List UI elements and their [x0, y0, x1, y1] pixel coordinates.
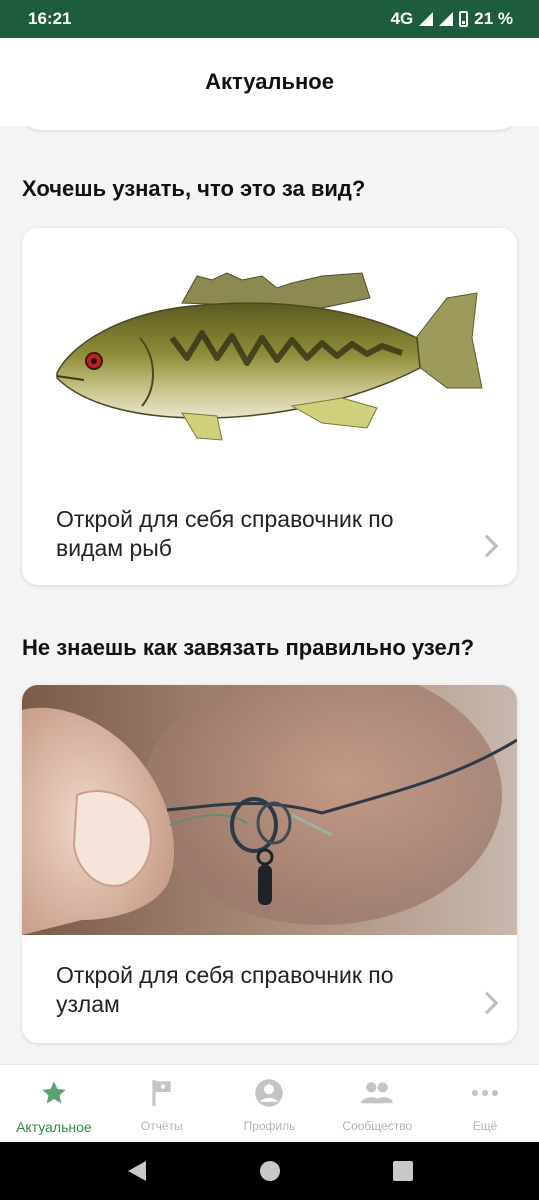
nav-item-community[interactable]: Сообщество — [323, 1065, 431, 1142]
bottom-navigation: Актуальное Отчёты Профиль Сообщество Ещё — [0, 1064, 539, 1142]
nav-label-more: Ещё — [472, 1119, 498, 1133]
recents-icon[interactable] — [392, 1160, 414, 1182]
chevron-right-icon — [475, 534, 499, 558]
section-title-knots: Не знаешь как завязать правильно узел? — [22, 635, 475, 660]
feed[interactable]: Хочешь узнать, что это за вид? Открой дл… — [0, 126, 539, 1064]
star-icon — [40, 1077, 68, 1109]
battery-icon — [459, 11, 469, 27]
nav-label-actual: Актуальное — [16, 1119, 92, 1135]
knots-guide-card[interactable]: Открой для себя справочник по узлам — [22, 685, 517, 1043]
species-guide-text: Открой для себя справочник по видам рыб — [56, 506, 394, 561]
knot-photo — [22, 685, 517, 935]
species-guide-card[interactable]: Открой для себя справочник по видам рыб — [22, 228, 517, 585]
status-time: 16:21 — [28, 9, 72, 28]
nav-label-community: Сообщество — [342, 1119, 413, 1133]
signal-icon-2 — [439, 12, 454, 26]
profile-icon — [254, 1077, 284, 1109]
back-icon[interactable] — [126, 1159, 148, 1183]
nav-item-reports[interactable]: Отчёты — [108, 1065, 216, 1142]
signal-icon — [419, 12, 434, 26]
status-bar: 16:21 4G 21 % — [0, 0, 539, 38]
page-title: Актуальное — [205, 69, 334, 94]
nav-item-more[interactable]: Ещё — [431, 1065, 539, 1142]
home-icon[interactable] — [259, 1160, 281, 1182]
chevron-right-icon — [475, 991, 499, 1015]
people-icon — [360, 1077, 394, 1109]
nav-item-actual[interactable]: Актуальное — [0, 1065, 108, 1142]
battery-level: 21 % — [474, 9, 513, 28]
knots-guide-text: Открой для себя справочник по узлам — [56, 962, 394, 1017]
fish-illustration — [56, 272, 483, 441]
nav-label-reports: Отчёты — [140, 1119, 183, 1133]
previous-card[interactable] — [22, 126, 517, 130]
more-icon — [471, 1077, 499, 1109]
nav-label-profile: Профиль — [243, 1119, 296, 1133]
app-bar: Актуальное — [0, 38, 539, 126]
flag-icon — [149, 1077, 175, 1109]
nav-item-profile[interactable]: Профиль — [216, 1065, 324, 1142]
network-label: 4G — [390, 9, 414, 28]
system-navigation-bar — [0, 1142, 539, 1200]
section-title-species: Хочешь узнать, что это за вид? — [22, 176, 366, 201]
status-icons: 4G 21 % — [391, 9, 513, 29]
